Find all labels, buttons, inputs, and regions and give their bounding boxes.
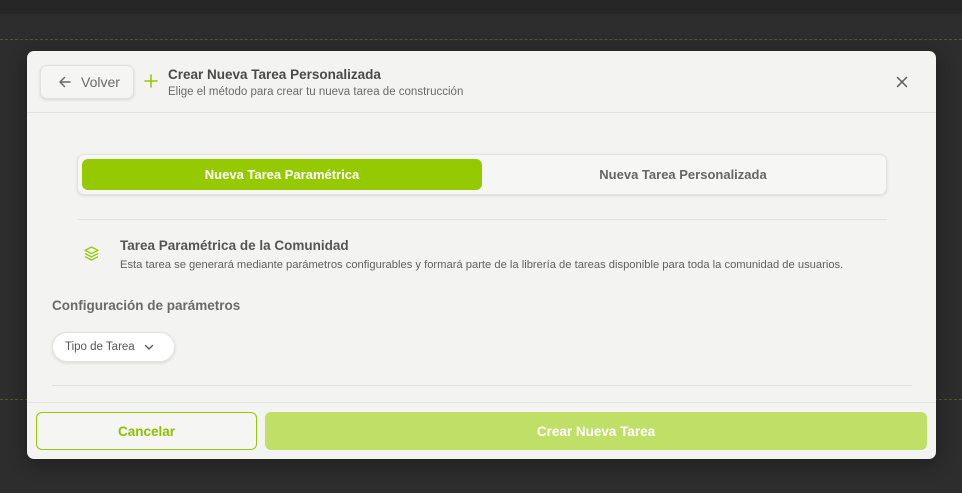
modal-footer: Cancelar Crear Nueva Tarea [27,402,936,459]
back-button-label: Volver [81,74,120,90]
background-top-bar [0,0,962,14]
arrow-left-icon [59,76,71,88]
modal-subtitle: Elige el método para crear tu nueva tare… [168,86,464,98]
task-type-select-label: Tipo de Tarea [65,341,135,353]
create-task-modal: Volver Crear Nueva Tarea Personalizada E… [27,51,936,459]
background-dashed-line [0,39,962,40]
task-type-tabs: Nueva Tarea Paramétrica Nueva Tarea Pers… [77,154,887,195]
create-task-button[interactable]: Crear Nueva Tarea [265,412,927,450]
back-button[interactable]: Volver [40,65,134,99]
modal-title: Crear Nueva Tarea Personalizada [168,67,381,82]
close-icon[interactable] [893,73,911,91]
cancel-button[interactable]: Cancelar [36,412,257,450]
parameters-section-label: Configuración de parámetros [52,298,241,313]
layers-icon [84,246,99,261]
tab-custom-task[interactable]: Nueva Tarea Personalizada [482,159,884,190]
chevron-down-icon [144,344,153,350]
info-description: Esta tarea se generará mediante parámetr… [120,259,844,271]
task-type-select[interactable]: Tipo de Tarea [52,332,175,362]
info-title: Tarea Paramétrica de la Comunidad [120,238,349,253]
divider [77,219,887,220]
tab-parametric-task[interactable]: Nueva Tarea Paramétrica [82,159,482,190]
plus-icon [144,74,158,88]
modal-header: Volver Crear Nueva Tarea Personalizada E… [27,51,936,113]
divider [52,385,912,386]
